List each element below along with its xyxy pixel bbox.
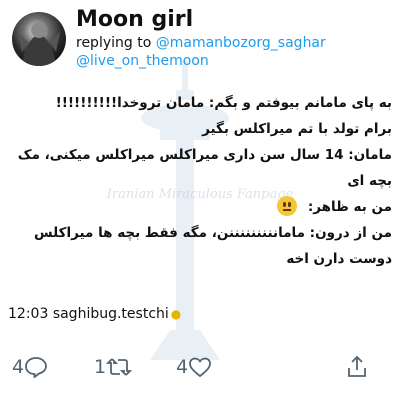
tweet-footer: 12:03 saghibug.testchi ●	[8, 304, 181, 324]
reply-handle-1[interactable]: @mamanbozorg_saghar	[156, 35, 326, 51]
tweet-line-with-emoji: من به ظاهر:	[8, 194, 392, 220]
like-count: 4	[176, 356, 189, 378]
like-icon	[189, 357, 211, 378]
tweet-line: مامان: 14 سال سن داری میراکلس میراکلس می…	[17, 147, 392, 189]
reply-handle-2[interactable]: @live_on_themoon	[76, 52, 392, 70]
like-button[interactable]: 4	[176, 354, 212, 380]
tweet-source[interactable]: saghibug.testchi	[53, 306, 169, 322]
share-button[interactable]	[346, 354, 368, 380]
lightbulb-icon: ●	[170, 307, 182, 321]
tweet-line: من به ظاهر:	[307, 199, 392, 215]
share-icon	[348, 355, 366, 377]
tweet-header: Moon girl replying to @mamanbozorg_sagha…	[8, 6, 392, 76]
tweet-text: به پای مامانم بیوفتم و بگم: مامان تروخدا…	[8, 90, 392, 302]
tweet-line: برام تولد با تم میراکلس بگیر	[202, 121, 392, 137]
reply-icon	[25, 357, 47, 378]
retweet-button[interactable]: 1	[94, 354, 133, 380]
retweet-count: 1	[94, 356, 107, 378]
avatar[interactable]	[12, 12, 66, 66]
reply-count: 4	[12, 356, 25, 378]
user-name[interactable]: Moon girl	[76, 6, 392, 34]
replying-to-label: replying to	[76, 35, 152, 51]
tweet-line: من از درون: مامانننننننننن، مگه فقط بچه …	[34, 225, 392, 267]
neutral-face-emoji	[277, 196, 298, 216]
tweet-time: 12:03	[8, 306, 49, 322]
reply-line: replying to @mamanbozorg_saghar	[76, 34, 392, 52]
reply-button[interactable]: 4	[12, 354, 48, 380]
tweet-line: به پای مامانم بیوفتم و بگم: مامان تروخدا…	[55, 95, 392, 111]
action-bar: 4 1 4	[0, 350, 400, 386]
retweet-icon	[106, 358, 133, 376]
